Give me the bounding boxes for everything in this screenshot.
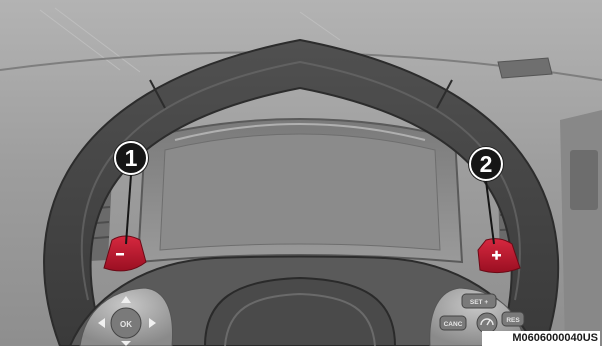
set-label: SET + [470, 299, 488, 306]
instrument-cluster [136, 118, 464, 264]
figure-code: M0606000040US [482, 331, 600, 346]
minus-symbol [116, 253, 124, 256]
illustration: OK SET + CANC RES 1 2 M0606000040US [0, 0, 602, 346]
rearview-mirror-mount [497, 57, 553, 79]
callout-1: 1 [114, 141, 148, 175]
canc-label: CANC [444, 321, 463, 328]
cruise-icon[interactable] [476, 312, 498, 334]
res-label: RES [506, 317, 520, 324]
ok-label: OK [120, 320, 132, 329]
callout-2: 2 [469, 147, 503, 181]
plus-symbol-v [495, 250, 498, 260]
right-dash-panel [560, 110, 602, 346]
steering-wheel-illustration: OK SET + CANC RES [0, 0, 602, 346]
